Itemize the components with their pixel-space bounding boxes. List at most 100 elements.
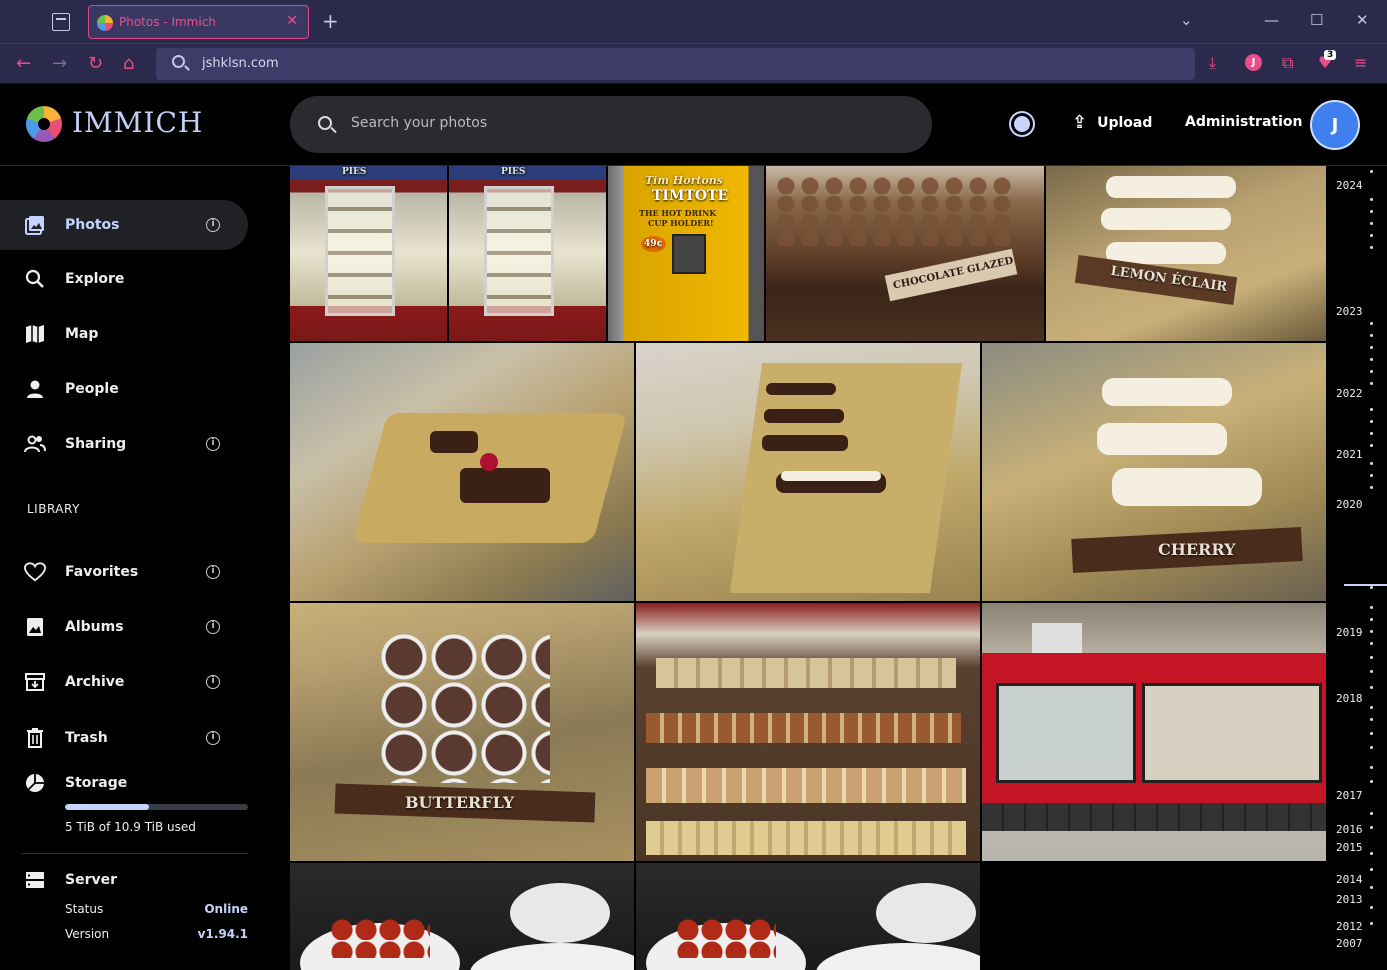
- timeline-dot: [1370, 170, 1373, 173]
- tab-list-icon[interactable]: [52, 13, 70, 31]
- logo-text[interactable]: IMMICH: [72, 106, 203, 139]
- theme-toggle-sun-icon[interactable]: [1014, 116, 1030, 132]
- photo-lemon-eclair[interactable]: LEMON ÉCLAIR: [1046, 166, 1326, 341]
- timeline-dot: [1370, 852, 1373, 855]
- browser-tab-bar: Photos - Immich ✕ + ⌄ — ☐ ✕: [0, 0, 1387, 44]
- sidebar-item-label: Map: [65, 326, 99, 342]
- sidebar-item-label: Favorites: [65, 564, 139, 580]
- reload-icon[interactable]: ↻: [88, 53, 103, 74]
- photo-cherry[interactable]: CHERRY: [982, 343, 1326, 601]
- administration-button[interactable]: Administration: [1185, 114, 1302, 130]
- info-icon[interactable]: i: [206, 565, 220, 579]
- timeline-year[interactable]: 2023: [1336, 305, 1363, 318]
- photo-meatballs-1[interactable]: [290, 863, 634, 970]
- timeline-dot: [1370, 618, 1373, 621]
- info-icon[interactable]: i: [206, 437, 220, 451]
- search-input[interactable]: Search your photos: [351, 115, 487, 131]
- timeline-dot: [1370, 706, 1373, 709]
- timeline-year[interactable]: 2017: [1336, 789, 1363, 802]
- upload-icon: ⇪: [1072, 112, 1088, 133]
- server-status-label: Status: [65, 902, 104, 916]
- storage-progress-fill: [65, 804, 150, 810]
- timeline-year[interactable]: 2016: [1336, 823, 1363, 836]
- immich-logo-icon[interactable]: [26, 106, 62, 142]
- sidebar-item-explore[interactable]: Explore: [0, 254, 248, 304]
- sidebar-item-map[interactable]: Map: [0, 309, 248, 359]
- timeline-dot: [1370, 826, 1373, 829]
- timeline-dot: [1370, 234, 1373, 237]
- minimize-icon[interactable]: —: [1264, 11, 1279, 29]
- sidebar-item-storage: Storage: [0, 758, 248, 808]
- photo-chocolate-glazed[interactable]: CHOCOLATE GLAZED: [766, 166, 1044, 341]
- storage-label: Storage: [65, 775, 128, 791]
- info-icon[interactable]: i: [206, 218, 220, 232]
- info-icon[interactable]: i: [206, 731, 220, 745]
- sidebar-item-archive[interactable]: Archive i: [0, 657, 248, 707]
- extensions-icon[interactable]: ⧉: [1282, 53, 1293, 73]
- timeline-year[interactable]: 2007: [1336, 937, 1363, 950]
- new-tab-icon[interactable]: +: [322, 9, 339, 33]
- timeline-dot: [1370, 408, 1373, 411]
- photo-pastry-tray[interactable]: [290, 343, 634, 601]
- timeline-dot: [1370, 462, 1373, 465]
- photo-timtote-sign[interactable]: Tim Hortons TIMTOTE THE HOT DRINK CUP HO…: [608, 166, 764, 341]
- timeline-year[interactable]: 2021: [1336, 448, 1363, 461]
- search-icon: [172, 55, 185, 68]
- forward-icon[interactable]: →: [52, 53, 67, 74]
- search-bar[interactable]: Search your photos: [290, 96, 932, 153]
- server-status-value: Online: [204, 902, 248, 916]
- download-icon[interactable]: ⤓: [1209, 53, 1216, 73]
- timeline-year[interactable]: 2022: [1336, 387, 1363, 400]
- timeline-year[interactable]: 2019: [1336, 626, 1363, 639]
- upload-label: Upload: [1097, 114, 1153, 131]
- timeline-year[interactable]: 2015: [1336, 841, 1363, 854]
- sidebar-item-trash[interactable]: Trash i: [0, 713, 248, 763]
- upload-button[interactable]: ⇪ Upload: [1072, 112, 1152, 133]
- close-window-icon[interactable]: ✕: [1356, 11, 1369, 29]
- user-avatar[interactable]: J: [1310, 100, 1360, 150]
- photo-pies-display-case-1[interactable]: PIES: [290, 166, 447, 341]
- home-icon[interactable]: ⌂: [123, 53, 134, 74]
- timeline-year[interactable]: 2013: [1336, 893, 1363, 906]
- photo-meatballs-2[interactable]: [636, 863, 980, 970]
- photo-bakery-counter[interactable]: [982, 603, 1326, 861]
- timeline-year[interactable]: 2020: [1336, 498, 1363, 511]
- photo-caption: CHERRY: [1158, 540, 1236, 559]
- sidebar-item-sharing[interactable]: Sharing i: [0, 419, 248, 469]
- heart-icon: [24, 561, 46, 583]
- immich-favicon-icon: [97, 15, 113, 31]
- sidebar-item-favorites[interactable]: Favorites i: [0, 547, 248, 597]
- photo-eclair-tray[interactable]: [636, 343, 980, 601]
- timeline-dot: [1370, 732, 1373, 735]
- sidebar-item-people[interactable]: People: [0, 364, 248, 414]
- person-icon: [24, 378, 46, 400]
- info-icon[interactable]: i: [206, 620, 220, 634]
- back-icon[interactable]: ←: [16, 53, 31, 74]
- sidebar-item-albums[interactable]: Albums i: [0, 602, 248, 652]
- photo-caption: BUTTERFLY: [405, 793, 515, 812]
- timeline-scrubber[interactable]: 2024 2023 2022 2021 2020 2019 2018 2017 …: [1326, 166, 1387, 970]
- photo-butterfly[interactable]: BUTTERFLY: [290, 603, 634, 861]
- url-bar[interactable]: jshklsn.com: [156, 48, 1195, 80]
- menu-icon[interactable]: ≡: [1354, 53, 1367, 72]
- tab-close-icon[interactable]: ✕: [286, 13, 298, 29]
- storage-progress-bar: [65, 804, 248, 810]
- timeline-year[interactable]: 2018: [1336, 692, 1363, 705]
- chevron-down-icon[interactable]: ⌄: [1180, 11, 1193, 29]
- photo-caption-line: Tim Hortons: [645, 174, 723, 187]
- timeline-year[interactable]: 2012: [1336, 920, 1363, 933]
- timeline-dot: [1370, 420, 1373, 423]
- timeline-year[interactable]: 2024: [1336, 179, 1363, 192]
- timeline-year[interactable]: 2014: [1336, 873, 1363, 886]
- maximize-icon[interactable]: ☐: [1310, 11, 1323, 29]
- browser-tab-photos[interactable]: Photos - Immich ✕: [88, 5, 309, 39]
- sidebar: Photos i Explore Map People Sharing i LI…: [0, 166, 290, 970]
- photo-cookie-shelves[interactable]: [636, 603, 980, 861]
- sidebar-item-photos[interactable]: Photos i: [0, 200, 248, 250]
- profile-icon[interactable]: J: [1245, 54, 1262, 71]
- sidebar-divider: [22, 853, 248, 854]
- photo-caption-line: TIMTOTE: [652, 188, 729, 204]
- library-section-label: LIBRARY: [27, 502, 80, 516]
- photo-pies-display-case-2[interactable]: PIES: [449, 166, 606, 341]
- info-icon[interactable]: i: [206, 675, 220, 689]
